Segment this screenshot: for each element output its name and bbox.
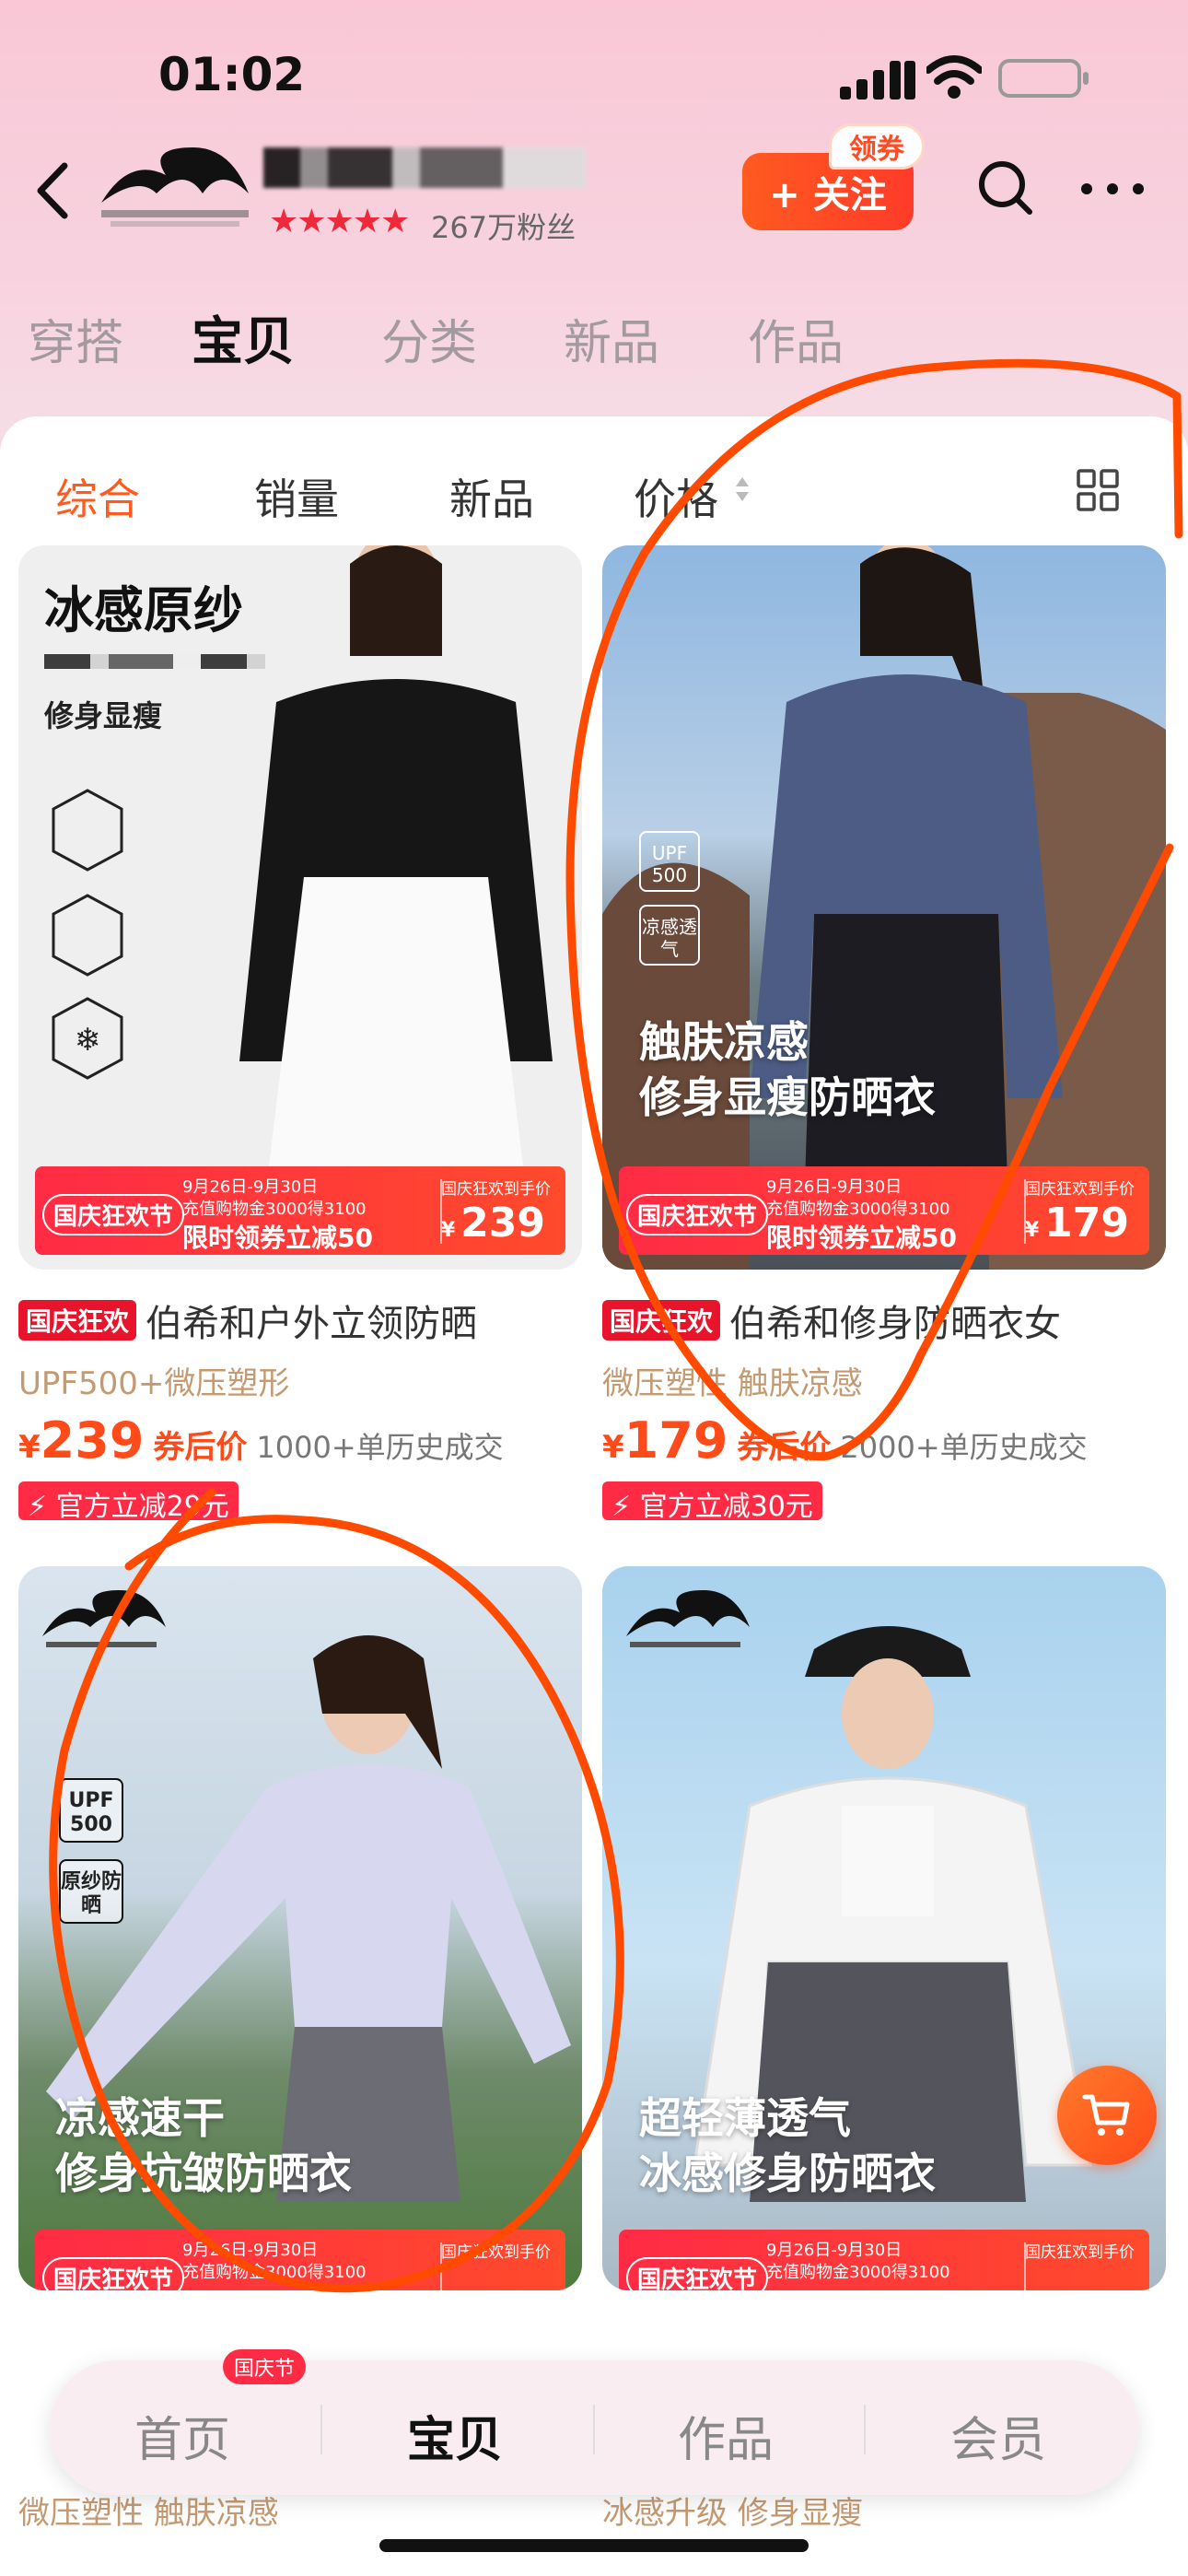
discount-tag: ⚡ 官方立减30元 — [602, 1481, 822, 1523]
price-row: ¥179 券后价 2000+单历史成交 — [602, 1411, 1088, 1469]
promo-festival: 国庆狂欢节 — [626, 2257, 769, 2290]
promo-price: ¥239 — [440, 1200, 545, 1247]
promo-festival: 国庆狂欢节 — [42, 2257, 185, 2290]
tab-outfits[interactable]: 穿搭 — [28, 304, 123, 373]
sort-comprehensive[interactable]: 综合 — [55, 466, 140, 527]
image-headline: 冰感原纱 — [44, 581, 243, 639]
product-title: 伯希和修身防晒衣女 — [729, 1303, 1062, 1345]
promo-banner: 国庆狂欢节 9月26日-9月30日 充值购物金3000得3100 国庆狂欢到手价 — [619, 2230, 1149, 2290]
shop-name — [263, 147, 586, 188]
product-image[interactable]: 超轻薄透气 冰感修身防晒衣 国庆狂欢节 9月26日-9月30日 充值购物金300… — [602, 1566, 1166, 2290]
search-icon[interactable] — [976, 158, 1035, 217]
status-bar: 01:02 — [0, 0, 1188, 157]
status-time: 01:02 — [158, 48, 306, 101]
product-price: 239 — [40, 1411, 145, 1469]
cool-badge: 凉感透气 — [639, 905, 700, 966]
promo-line2: 充值购物金3000得3100 — [766, 1200, 950, 1219]
price-row: ¥239 券后价 1000+单历史成交 — [18, 1411, 504, 1469]
product-title: 伯希和户外立领防晒 — [146, 1303, 478, 1345]
after-coupon-label: 券后价 — [153, 1429, 248, 1466]
promo-dates: 9月26日-9月30日 — [182, 2241, 319, 2260]
image-text-line2: 冰感修身防晒衣 — [639, 2149, 936, 2198]
rating-stars: ★★★★★ — [269, 203, 410, 240]
sold-count: 1000+单历史成交 — [256, 1430, 504, 1465]
promo-banner: 国庆狂欢节 9月26日-9月30日 充值购物金3000得3100 国庆狂欢到手价 — [35, 2230, 565, 2290]
promo-price-label: 国庆狂欢到手价 — [441, 1180, 551, 1199]
feature-icons: ❄ — [52, 789, 123, 1080]
wifi-icon — [926, 55, 982, 99]
grid-icon[interactable] — [1076, 468, 1120, 512]
nav-works[interactable]: 作品 — [678, 2401, 774, 2470]
festival-tag: 国庆狂欢 — [18, 1300, 137, 1341]
after-coupon-label: 券后价 — [737, 1429, 832, 1466]
cart-icon — [1082, 2094, 1130, 2136]
tab-works[interactable]: 作品 — [748, 304, 844, 373]
product-features: 微压塑性 触肤凉感 — [602, 1365, 863, 1402]
discount-tag: ⚡ 官方立减29元 — [18, 1481, 239, 1523]
battery-icon — [998, 59, 1089, 98]
more-icon[interactable] — [1079, 175, 1146, 203]
sold-count: 2000+单历史成交 — [840, 1430, 1088, 1465]
promo-line3: 限时领券立减50 — [182, 1223, 373, 1253]
product-image[interactable]: 冰感原纱 修身显瘦 ❄ 国庆狂欢节 9月26日-9月30日 充值购物金3000得… — [18, 545, 582, 1270]
home-indicator — [379, 2539, 809, 2552]
product-title-row[interactable]: 国庆狂欢 伯希和户外立领防晒 — [18, 1294, 608, 1345]
promo-festival: 国庆狂欢节 — [626, 1194, 769, 1235]
tab-products[interactable]: 宝贝 — [192, 300, 295, 375]
coupon-badge[interactable]: 领券 — [829, 123, 925, 170]
promo-dates: 9月26日-9月30日 — [766, 1177, 903, 1197]
sort-arrows-icon — [736, 477, 749, 501]
cart-button[interactable] — [1057, 2066, 1157, 2165]
signal-icon — [840, 61, 915, 100]
tab-categories[interactable]: 分类 — [381, 304, 477, 373]
promo-line2: 充值购物金3000得3100 — [182, 2263, 367, 2282]
nav-divider — [593, 2405, 595, 2454]
nav-divider — [320, 2405, 322, 2454]
image-text-line2: 修身抗皱防晒衣 — [55, 2149, 352, 2198]
promo-festival: 国庆狂欢节 — [42, 1194, 185, 1235]
model-photo — [239, 545, 553, 1181]
svg-text:❄: ❄ — [75, 1022, 101, 1059]
sort-new[interactable]: 新品 — [449, 466, 534, 527]
sort-price[interactable]: 价格 — [634, 466, 718, 527]
product-image[interactable]: UPF 500 原纱防晒 凉感速干 修身抗皱防晒衣 国庆狂欢节 9月26日-9月… — [18, 1566, 582, 2290]
promo-price: ¥179 — [1024, 1200, 1129, 1247]
image-text-line1: 触肤凉感 — [639, 1017, 809, 1067]
product-price: 179 — [623, 1411, 728, 1469]
tab-new[interactable]: 新品 — [564, 304, 659, 373]
promo-price-label: 国庆狂欢到手价 — [1025, 2243, 1135, 2262]
promo-price-label: 国庆狂欢到手价 — [1025, 1180, 1135, 1199]
back-icon[interactable] — [26, 158, 81, 223]
nav-member[interactable]: 会员 — [950, 2401, 1046, 2470]
image-text-line1: 凉感速干 — [55, 2093, 225, 2143]
image-text-line2: 修身显瘦防晒衣 — [639, 1072, 936, 1122]
promo-line3: 限时领券立减50 — [766, 1223, 957, 1253]
product-image[interactable]: UPF 500 凉感透气 触肤凉感 修身显瘦防晒衣 国庆狂欢节 9月26日-9月… — [602, 545, 1166, 1270]
fans-count: 267万粉丝 — [431, 210, 577, 245]
shop-logo — [101, 147, 249, 227]
product-title-row[interactable]: 国庆狂欢 伯希和修身防晒衣女 — [602, 1294, 1166, 1345]
bottom-nav: 首页 国庆节 宝贝 作品 会员 — [50, 2349, 1138, 2495]
festival-tag: 国庆狂欢 — [602, 1300, 721, 1341]
nav-products[interactable]: 宝贝 — [407, 2401, 503, 2470]
product-features: UPF500+微压塑形 — [18, 1365, 290, 1402]
promo-line2: 充值购物金3000得3100 — [766, 2263, 950, 2282]
promo-dates: 9月26日-9月30日 — [182, 1177, 319, 1197]
nav-badge: 国庆节 — [223, 2349, 307, 2384]
promo-dates: 9月26日-9月30日 — [766, 2241, 903, 2260]
promo-price-label: 国庆狂欢到手价 — [441, 2243, 551, 2262]
promo-line2: 充值购物金3000得3100 — [182, 1200, 367, 1219]
promo-banner: 国庆狂欢节 9月26日-9月30日 充值购物金3000得3100 限时领券立减5… — [619, 1166, 1149, 1255]
image-subline: 修身显瘦 — [44, 698, 163, 733]
upf-badge: UPF 500 — [639, 831, 700, 892]
nav-home[interactable]: 首页 — [134, 2401, 230, 2470]
sort-sales[interactable]: 销量 — [254, 466, 339, 527]
image-text-line1: 超轻薄透气 — [639, 2093, 851, 2143]
nav-divider — [864, 2405, 866, 2454]
promo-banner: 国庆狂欢节 9月26日-9月30日 充值购物金3000得3100 限时领券立减5… — [35, 1166, 565, 1255]
